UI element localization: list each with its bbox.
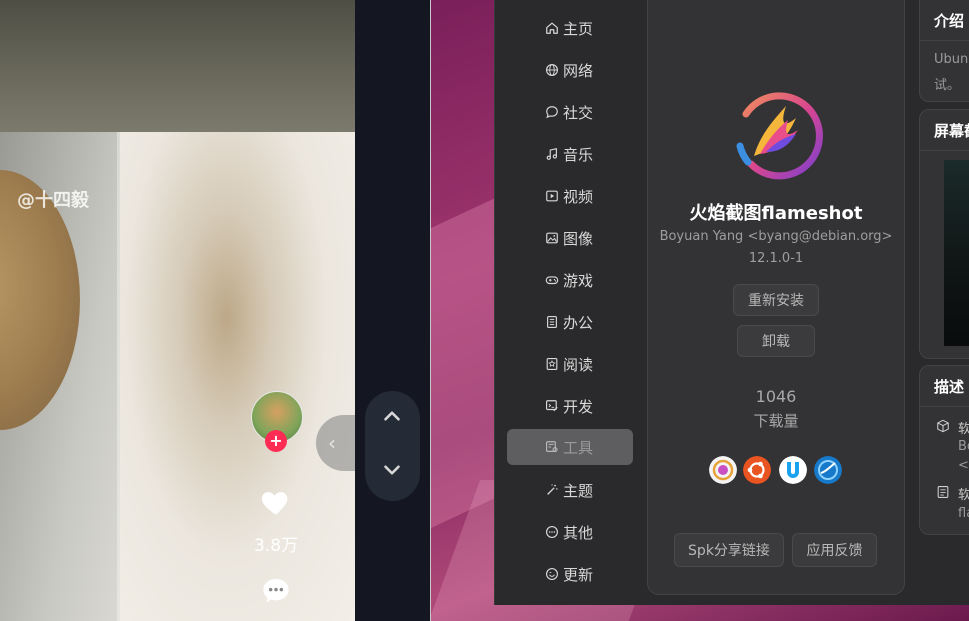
home-icon xyxy=(546,22,558,34)
desc-row-text: fla xyxy=(958,506,969,521)
sidebar-item-updates[interactable]: 更新 xyxy=(507,557,633,591)
screenshot-card: 屏幕截 xyxy=(919,109,969,359)
reinstall-button[interactable]: 重新安装 xyxy=(733,284,819,316)
sidebar-item-office[interactable]: 办公 xyxy=(507,305,633,339)
video-frame-top xyxy=(0,0,355,132)
sidebar-item-themes[interactable]: 主题 xyxy=(507,473,633,507)
intro-card-title: 介绍 xyxy=(934,12,965,30)
video-switch-pill xyxy=(365,391,420,501)
sidebar-item-label: 主题 xyxy=(563,481,594,500)
chat-icon xyxy=(546,106,558,119)
chevron-down-icon[interactable] xyxy=(379,457,405,483)
sidebar-item-label: 阅读 xyxy=(563,355,594,374)
sidebar-item-label: 视频 xyxy=(563,187,594,206)
screenshot-card-title: 屏幕截 xyxy=(934,122,969,140)
author-watermark: @十四毅 xyxy=(17,190,89,211)
gamepad-icon xyxy=(545,276,559,285)
sidebar-item-label: 社交 xyxy=(563,103,594,122)
sidebar-item-label: 工具 xyxy=(563,438,594,457)
feedback-button[interactable]: 应用反馈 xyxy=(792,533,877,567)
like-count: 3.8万 xyxy=(253,536,299,556)
sidebar-item-network[interactable]: 网络 xyxy=(507,53,633,87)
chevron-up-icon[interactable] xyxy=(379,403,405,429)
app-version: 12.1.0-1 xyxy=(748,251,804,266)
tools-icon xyxy=(546,441,558,453)
package-icon xyxy=(937,419,949,433)
sidebar-item-label: 更新 xyxy=(563,565,594,584)
app-title: 火焰截图flameshot xyxy=(689,203,863,224)
share-link-button[interactable]: Spk分享链接 xyxy=(674,533,784,567)
app-store-window: 主页 网络 社交 音乐 视频 图像 游戏 办公 阅读 开发 工具 主题 其他 更… xyxy=(494,0,969,605)
sidebar-item-tools[interactable]: 工具 xyxy=(507,429,633,465)
uos-icon xyxy=(779,456,807,484)
update-icon xyxy=(546,568,558,580)
app-maintainer: Boyuan Yang <byang@debian.org> xyxy=(659,229,893,244)
sidebar-item-label: 开发 xyxy=(563,397,594,416)
sidebar-item-label: 办公 xyxy=(563,313,594,332)
description-card-title: 描述 xyxy=(934,378,965,396)
sidebar-item-image[interactable]: 图像 xyxy=(507,221,633,255)
desc-row-text: 软 xyxy=(958,484,969,503)
document-icon xyxy=(547,316,557,328)
sidebar-item-label: 其他 xyxy=(563,523,594,542)
chevron-left-icon: ‹ xyxy=(328,431,336,455)
sidebar-item-social[interactable]: 社交 xyxy=(507,95,633,129)
intro-card: 介绍 Ubun 试。 xyxy=(919,0,969,102)
sidebar-item-reading[interactable]: 阅读 xyxy=(507,347,633,381)
sidebar-item-label: 音乐 xyxy=(563,145,594,164)
ubuntu-icon xyxy=(743,456,771,484)
card-divider xyxy=(920,150,969,151)
sidebar-item-games[interactable]: 游戏 xyxy=(507,263,633,297)
code-icon xyxy=(546,400,558,412)
sidebar-item-dev[interactable]: 开发 xyxy=(507,389,633,423)
video-panel-edge xyxy=(117,132,120,621)
sidebar-item-label: 网络 xyxy=(563,61,594,80)
card-divider xyxy=(920,40,969,41)
globe-icon xyxy=(546,64,558,76)
sidebar-item-label: 图像 xyxy=(563,229,594,248)
sidebar-item-other[interactable]: 其他 xyxy=(507,515,633,549)
magic-wand-icon xyxy=(547,484,558,495)
sidebar-item-music[interactable]: 音乐 xyxy=(507,137,633,171)
description-card: 描述 软 Bo <b 软 fla xyxy=(919,365,969,535)
more-icon xyxy=(546,526,558,538)
download-count-label: 下载量 xyxy=(753,412,799,430)
document-icon xyxy=(937,486,949,498)
sidebar-item-home[interactable]: 主页 xyxy=(507,11,633,45)
sidebar-item-label: 游戏 xyxy=(563,271,594,290)
sidebar-item-video[interactable]: 视频 xyxy=(507,179,633,213)
book-icon xyxy=(546,358,558,370)
flameshot-logo-icon xyxy=(736,92,823,180)
card-divider xyxy=(920,406,969,407)
video-nav-strip xyxy=(355,0,430,621)
comment-icon[interactable] xyxy=(260,575,292,607)
music-icon xyxy=(546,148,558,160)
video-icon xyxy=(546,190,558,202)
desc-row-text: 软 xyxy=(958,418,969,437)
screenshot-thumbnail[interactable] xyxy=(944,160,969,346)
deepin-icon xyxy=(814,456,842,484)
follow-button[interactable]: + xyxy=(265,430,287,452)
image-icon xyxy=(546,232,558,244)
download-count: 1046 xyxy=(755,387,797,406)
sidebar-item-label: 主页 xyxy=(563,19,594,38)
desc-row-text: Bo xyxy=(958,439,969,454)
heart-icon[interactable] xyxy=(259,485,293,519)
spark-icon xyxy=(709,456,737,484)
app-detail-card: 火焰截图flameshot Boyuan Yang <byang@debian.… xyxy=(647,0,905,595)
desc-row-text: <b xyxy=(958,458,969,473)
video-player[interactable]: @十四毅 + 3.8万 ‹ xyxy=(0,0,355,621)
intro-text-line: 试。 xyxy=(934,78,961,93)
uninstall-button[interactable]: 卸载 xyxy=(737,325,815,357)
intro-text-line: Ubun xyxy=(934,52,969,67)
